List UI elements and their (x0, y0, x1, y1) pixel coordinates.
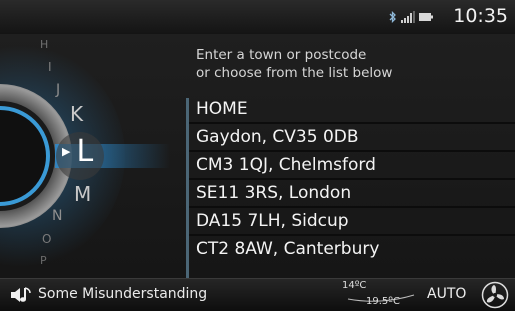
instruction-line-1: Enter a town or postcode (196, 47, 367, 63)
list-item[interactable]: SE11 3RS, London (189, 180, 515, 208)
dial-letter-k[interactable]: K (70, 102, 83, 126)
dial-letter-l: L (76, 134, 94, 169)
list-item[interactable]: Gaydon, CV35 0DB (189, 124, 515, 152)
list-item[interactable]: DA15 7LH, Sidcup (189, 208, 515, 236)
fan-icon[interactable] (481, 281, 509, 309)
destination-list: HOME Gaydon, CV35 0DB CM3 1QJ, Chelmsfor… (189, 96, 515, 262)
dial-letter-h[interactable]: H (40, 38, 48, 51)
main-panel: H I J K ▶ L M N O P Enter a town or post… (0, 34, 515, 278)
status-icons (389, 11, 433, 23)
set-temperature[interactable]: 19.5ºC (366, 296, 400, 307)
clock: 10:35 (453, 5, 508, 27)
dial-letter-i[interactable]: I (48, 60, 52, 74)
music-note-icon[interactable] (10, 285, 34, 305)
list-item-home[interactable]: HOME (189, 96, 515, 124)
dial-letter-o[interactable]: O (42, 232, 51, 246)
dial-letter-p[interactable]: P (40, 254, 47, 267)
bottom-bar: Some Misunderstanding 14ºC 19.5ºC AUTO (0, 278, 515, 311)
dial-letter-selected[interactable]: ▶ L (62, 134, 93, 169)
signal-bars-icon (401, 11, 415, 23)
selection-arrow-icon: ▶ (62, 145, 71, 158)
dial-letter-m[interactable]: M (74, 182, 91, 206)
bluetooth-icon (389, 11, 396, 23)
list-item[interactable]: CT2 8AW, Canterbury (189, 236, 515, 262)
status-bar: 10:35 (0, 0, 515, 35)
dial-letter-j[interactable]: J (56, 82, 60, 98)
instruction-line-2: or choose from the list below (196, 65, 393, 81)
battery-icon (419, 13, 433, 21)
dial-letter-n[interactable]: N (52, 208, 62, 224)
now-playing-title[interactable]: Some Misunderstanding (38, 286, 207, 302)
letter-dial[interactable]: H I J K ▶ L M N O P (0, 34, 180, 278)
climate-mode[interactable]: AUTO (427, 286, 466, 302)
list-item[interactable]: CM3 1QJ, Chelmsford (189, 152, 515, 180)
instruction-text: Enter a town or postcode or choose from … (196, 46, 392, 82)
